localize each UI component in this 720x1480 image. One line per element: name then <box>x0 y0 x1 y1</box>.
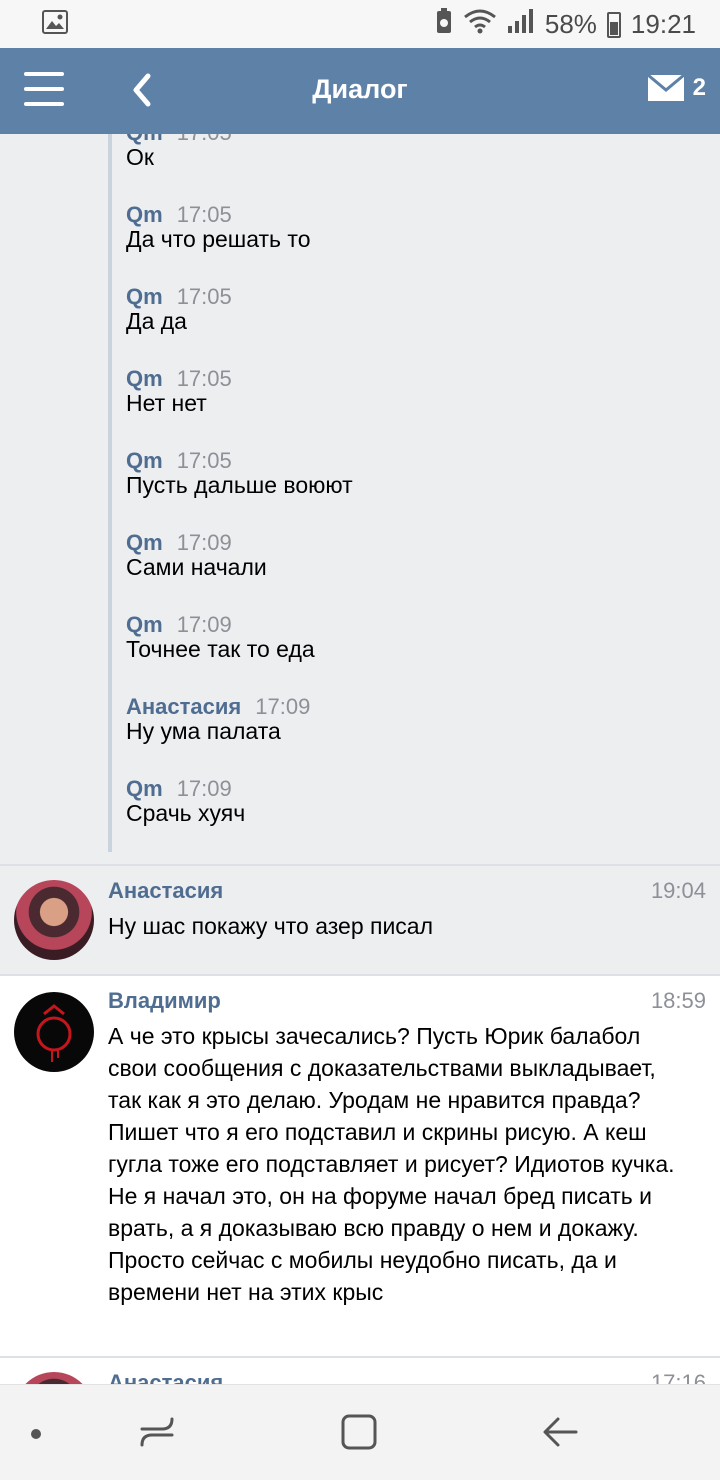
sender-name[interactable]: Qm <box>126 202 163 228</box>
status-bar: 58% 19:21 <box>0 0 720 48</box>
forwarded-message[interactable]: Qm 17:09 Срачь хуяч <box>108 772 720 852</box>
message-time: 17:09 <box>176 776 232 801</box>
sender-name[interactable]: Qm <box>126 776 163 802</box>
message-time: 17:09 <box>176 530 232 555</box>
clock: 19:21 <box>630 9 696 39</box>
forwarded-messages: Qm17:05 Ок Qm17:05 Да что решать то Qm17… <box>0 134 720 864</box>
dot-indicator-icon <box>30 1427 42 1445</box>
battery-percent: 58% <box>544 9 597 39</box>
message-time: 17:16 <box>650 1370 706 1384</box>
battery-icon <box>606 11 621 38</box>
sender-name[interactable]: Qm <box>126 612 163 638</box>
message-item[interactable]: Владимир 18:59 А че это крысы зачесались… <box>0 974 720 1356</box>
message-text: Точнее так то еда <box>126 636 315 662</box>
message-time: 17:05 <box>176 366 232 391</box>
message-time: 17:05 <box>177 134 232 146</box>
sender-name[interactable]: Qm <box>126 366 163 392</box>
mail-count-badge: 2 <box>692 74 706 101</box>
sender-name[interactable]: Анастасия <box>108 1370 223 1384</box>
message-text: Ну ума палата <box>126 718 281 744</box>
message-text: Сами начали <box>126 554 267 580</box>
sender-name[interactable]: Qm <box>126 448 163 474</box>
mail-button[interactable]: 2 <box>646 74 706 102</box>
gallery-notification-icon <box>42 10 68 41</box>
back-nav-icon[interactable] <box>540 1413 580 1456</box>
message-time: 17:05 <box>176 284 232 309</box>
message-text: Нет нет <box>126 390 207 416</box>
message-time: 17:05 <box>176 448 232 473</box>
forwarded-message[interactable]: Qm 17:05 Да да <box>108 280 720 362</box>
forwarded-message[interactable]: Qm 17:05 Нет нет <box>108 362 720 444</box>
page-title: Диалог <box>312 74 408 104</box>
avatar[interactable] <box>14 992 94 1072</box>
message-time: 17:09 <box>255 694 311 719</box>
recents-icon[interactable] <box>138 1413 176 1456</box>
forwarded-message[interactable]: Qm 17:09 Сами начали <box>108 526 720 608</box>
message-text: Пусть дальше воюют <box>126 472 353 498</box>
avatar[interactable] <box>14 1372 94 1384</box>
forwarded-message[interactable]: Qm 17:05 Да что решать то <box>108 198 720 280</box>
forwarded-message[interactable]: Qm 17:05 Пусть дальше воюют <box>108 444 720 526</box>
message-time: 19:04 <box>650 878 706 903</box>
sender-name[interactable]: Анастасия <box>126 694 241 720</box>
avatar[interactable] <box>14 880 94 960</box>
wifi-icon <box>463 8 497 41</box>
home-icon[interactable] <box>340 1413 378 1456</box>
message-item[interactable]: Анастасия 19:04 Ну шас покажу что азер п… <box>0 864 720 974</box>
signal-icon <box>507 8 535 41</box>
message-text: Срачь хуяч <box>126 800 246 826</box>
system-navigation-bar <box>0 1384 720 1480</box>
message-time: 17:05 <box>176 202 232 227</box>
data-saver-icon <box>435 8 453 41</box>
sender-name[interactable]: Анастасия <box>108 878 223 904</box>
message-text: Да да <box>126 308 187 334</box>
message-text: Да что решать то <box>126 226 311 252</box>
sender-name[interactable]: Владимир <box>108 988 221 1014</box>
sender-name[interactable]: Qm <box>126 284 163 310</box>
forwarded-message[interactable]: Qm17:05 Ок <box>108 134 720 198</box>
message-text: Ну шас покажу что азер писал <box>108 913 434 939</box>
forwarded-message[interactable]: Qm 17:09 Точнее так то еда <box>108 608 720 690</box>
message-item[interactable]: Анастасия 17:16 <box>0 1356 720 1384</box>
message-text: Ок <box>126 144 154 170</box>
forwarded-message[interactable]: Анастасия 17:09 Ну ума палата <box>108 690 720 772</box>
sender-name[interactable]: Qm <box>126 530 163 556</box>
mail-icon <box>646 74 685 101</box>
message-time: 18:59 <box>650 988 706 1013</box>
message-text: А че это крысы зачесались? Пусть Юрик ба… <box>108 1023 675 1305</box>
message-list[interactable]: Qm17:05 Ок Qm17:05 Да что решать то Qm17… <box>0 134 720 1384</box>
message-time: 17:09 <box>176 612 232 637</box>
app-bar: Диалог 2 <box>0 48 720 134</box>
